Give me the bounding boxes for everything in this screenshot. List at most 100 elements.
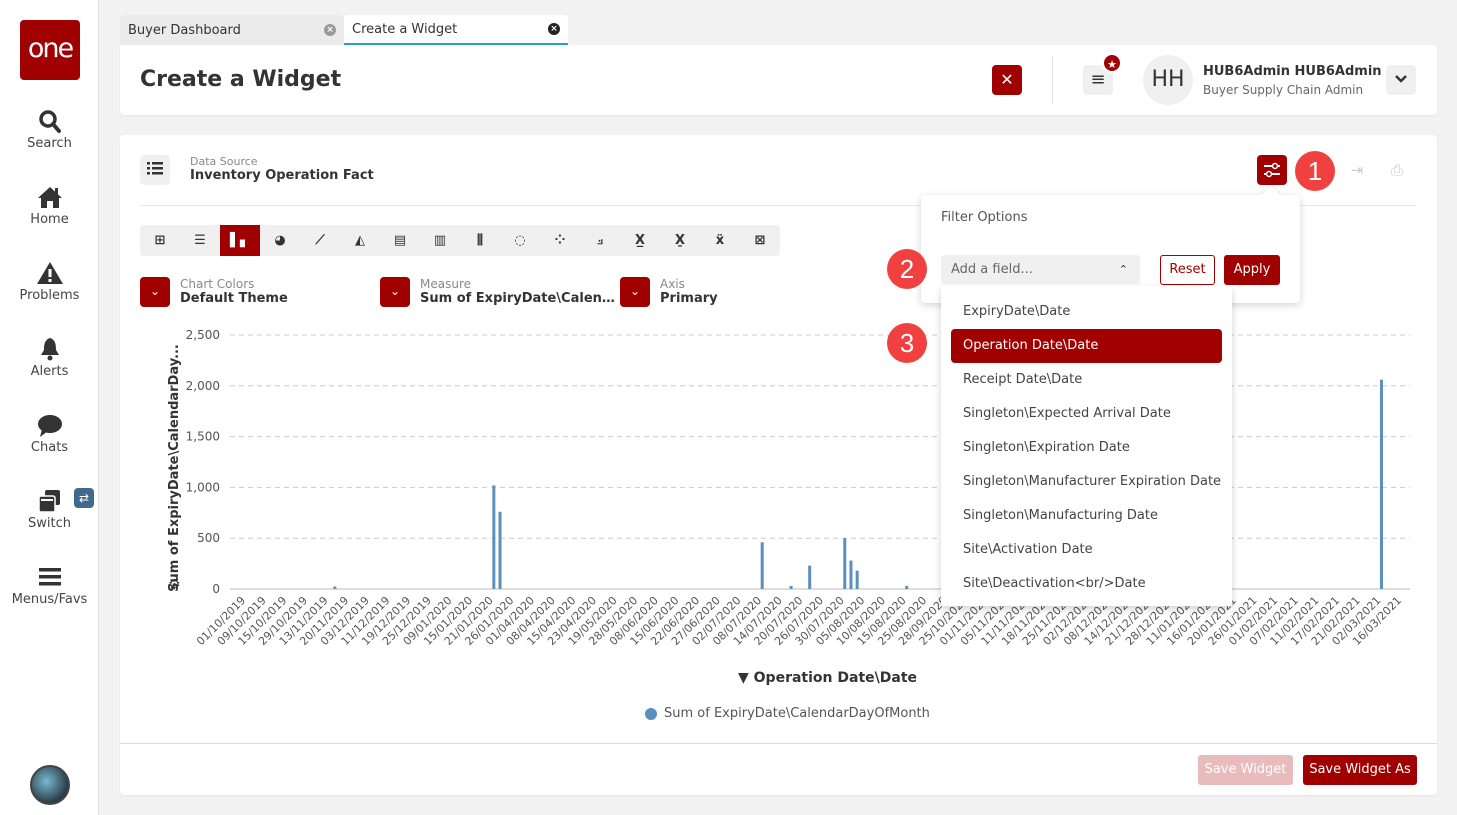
chart-type-horizontal-bar-button[interactable]: ☰ xyxy=(180,225,220,256)
reset-button[interactable]: Reset xyxy=(1160,255,1215,285)
user-menu-dropdown[interactable] xyxy=(1386,65,1416,95)
chevron-down-icon[interactable]: ⌄ xyxy=(620,277,650,307)
chevron-down-icon[interactable]: ⌄ xyxy=(140,277,170,307)
user-role: Buyer Supply Chain Admin xyxy=(1203,83,1364,97)
app-logo[interactable]: one xyxy=(20,20,80,80)
chart-type-pie-button[interactable]: ◕ xyxy=(260,225,300,256)
chart-type-multi-kpi-button[interactable]: ẍ xyxy=(700,225,740,256)
bar xyxy=(843,538,847,589)
apply-button[interactable]: Apply xyxy=(1224,255,1280,285)
sidebar-item-label: Menus/Favs xyxy=(11,592,88,607)
sidebar-item-search[interactable]: Search xyxy=(0,108,99,151)
bar xyxy=(492,485,496,589)
chart-type-trend-button[interactable]: ⟓ xyxy=(580,225,620,256)
y-tick-label: 500 xyxy=(197,531,220,545)
sidebar-item-problems[interactable]: Problems xyxy=(0,260,99,303)
print-icon[interactable]: ⎙ xyxy=(1382,155,1412,185)
avatar[interactable]: HH xyxy=(1143,55,1193,105)
data-source-value: Inventory Operation Fact xyxy=(190,168,374,183)
field-option[interactable]: Operation Date\Date xyxy=(951,329,1222,363)
chart-type-table-button[interactable]: ⊞ xyxy=(140,225,180,256)
field-option[interactable]: Site\Deactivation<br/>Date xyxy=(951,567,1222,601)
field-option[interactable]: Singleton\Manufacturer Expiration Date xyxy=(951,465,1222,499)
field-option[interactable]: Singleton\Expiration Date xyxy=(951,431,1222,465)
home-icon xyxy=(37,187,62,208)
combo-chart-icon: ⫼ xyxy=(477,233,483,248)
export-icon[interactable]: ⇥ xyxy=(1342,155,1372,185)
chart-type-vertical-bar-button[interactable]: ▌▖ xyxy=(220,225,260,256)
trend-chart-icon: ⟓ xyxy=(596,233,604,248)
chevron-down-icon xyxy=(1395,75,1407,83)
chart-colors-label: Chart Colors xyxy=(180,277,255,291)
y-tick-label: 2,000 xyxy=(186,379,220,393)
pie-chart-icon: ◕ xyxy=(274,233,286,248)
chart-type-scatter-button[interactable]: ⁘ xyxy=(540,225,580,256)
save-widget-as-button[interactable]: Save Widget As xyxy=(1303,755,1417,785)
add-field-select[interactable]: Add a field... ⌃ xyxy=(941,255,1140,284)
list-icon xyxy=(147,162,163,175)
chart-type-grid-kpi-button[interactable]: ⊠ xyxy=(740,225,780,256)
chart-type-stacked-vertical-button[interactable]: ▥ xyxy=(420,225,460,256)
search-icon xyxy=(38,110,61,133)
chat-bubble-icon xyxy=(37,415,62,437)
tab-bar: Buyer Dashboard × Create a Widget × xyxy=(120,15,568,45)
y-tick-label: 1,500 xyxy=(186,430,220,444)
sidebar-item-label: Search xyxy=(27,136,72,151)
kpi-target-chart-icon: X̱ xyxy=(674,233,686,248)
warning-icon xyxy=(36,262,63,284)
bar xyxy=(789,585,793,589)
close-button[interactable]: ✕ xyxy=(992,65,1022,95)
chevron-up-icon: ⌃ xyxy=(1118,263,1128,276)
filter-options-button[interactable] xyxy=(1257,155,1287,185)
data-source-button[interactable] xyxy=(140,155,170,185)
field-option[interactable]: Site\Activation Date xyxy=(951,533,1222,567)
chart-type-combo-button[interactable]: ⫼ xyxy=(460,225,500,256)
y-tick-label: 1,000 xyxy=(186,480,220,494)
save-widget-button[interactable]: Save Widget xyxy=(1198,755,1293,785)
bar xyxy=(905,585,909,589)
x-axis-title: ▼ Operation Date\Date xyxy=(738,670,917,686)
chart-type-kpi-target-button[interactable]: X̱ xyxy=(660,225,700,256)
tab-close-icon[interactable]: × xyxy=(324,24,336,36)
scatter-chart-icon: ⁘ xyxy=(554,233,566,248)
data-source-label: Data Source xyxy=(190,155,258,168)
tab-close-icon[interactable]: × xyxy=(548,23,560,35)
field-option[interactable]: ExpiryDate\Date xyxy=(951,295,1222,329)
chart-type-stacked-horizontal-button[interactable]: ▤ xyxy=(380,225,420,256)
kpi-chart-icon: X̲ xyxy=(634,233,646,248)
grid-kpi-chart-icon: ⊠ xyxy=(754,233,766,248)
field-dropdown-list: ExpiryDate\Date Operation Date\Date Receip… xyxy=(941,286,1232,606)
chevron-down-icon[interactable]: ⌄ xyxy=(380,277,410,307)
axis-value: Primary xyxy=(660,291,718,306)
tab-create-widget[interactable]: Create a Widget × xyxy=(344,15,568,45)
sidebar-item-label: Home xyxy=(30,212,69,227)
radar-chart-icon: ◌ xyxy=(514,233,526,248)
legend-marker xyxy=(645,707,657,720)
filter-funnel-icon[interactable]: ▼ xyxy=(738,670,749,686)
chart-type-area-button[interactable]: ◭ xyxy=(340,225,380,256)
chart-type-kpi-button[interactable]: X̲ xyxy=(620,225,660,256)
windows-icon xyxy=(37,490,60,513)
chart-type-radar-button[interactable]: ◌ xyxy=(500,225,540,256)
bar xyxy=(849,560,853,589)
sidebar-item-menus[interactable]: Menus/Favs xyxy=(0,564,99,607)
switch-badge-icon[interactable]: ⇄ xyxy=(74,488,94,508)
sidebar-item-alerts[interactable]: Alerts xyxy=(0,336,99,379)
chart-type-line-button[interactable]: ⟋ xyxy=(300,225,340,256)
vertical-bar-chart-icon: ▌▖ xyxy=(230,233,250,248)
tab-buyer-dashboard[interactable]: Buyer Dashboard × xyxy=(120,15,344,45)
step-marker-2: 2 xyxy=(887,249,927,289)
y-tick-label: 0 xyxy=(212,582,220,596)
sidebar-item-home[interactable]: Home xyxy=(0,184,99,227)
legend-label: Sum of ExpiryDate\CalendarDayOfMonth xyxy=(664,706,930,721)
chart-legend[interactable]: Sum of ExpiryDate\CalendarDayOfMonth xyxy=(645,706,930,721)
chart-type-toolbar: ⊞ ☰ ▌▖ ◕ ⟋ ◭ ▤ ▥ ⫼ ◌ ⁘ ⟓ X̲ X̱ ẍ ⊠ xyxy=(140,225,780,256)
star-icon: ★ xyxy=(1102,53,1122,73)
field-option[interactable]: Singleton\Expected Arrival Date xyxy=(951,397,1222,431)
field-option[interactable]: Singleton\Manufacturing Date xyxy=(951,499,1222,533)
sidebar-item-label: Alerts xyxy=(30,364,69,379)
sidebar-item-chats[interactable]: Chats xyxy=(0,412,99,455)
assistant-avatar[interactable] xyxy=(30,765,70,805)
field-option[interactable]: Receipt Date\Date xyxy=(951,363,1222,397)
bar xyxy=(498,511,502,589)
